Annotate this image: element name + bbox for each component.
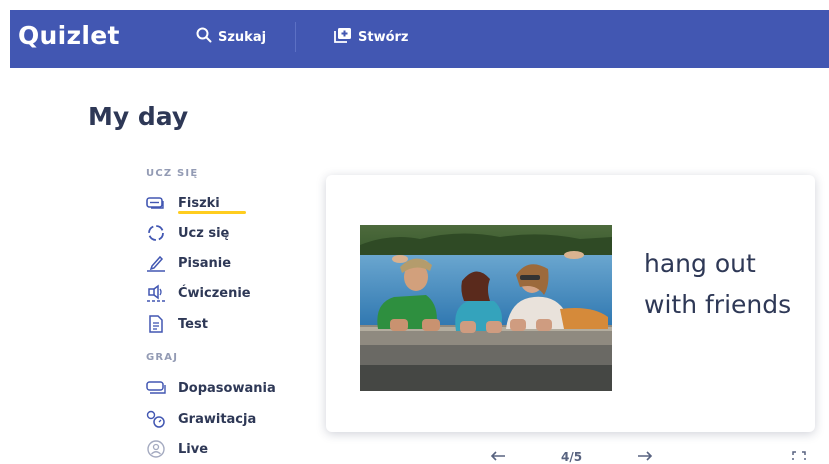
sidebar-item-label: Pisanie — [178, 255, 232, 271]
card-progress: 4/5 — [561, 450, 583, 464]
search-button[interactable]: Szukaj — [196, 27, 266, 47]
sidebar-item-learn[interactable]: Ucz się — [146, 222, 229, 244]
sidebar-item-label: Dopasowania — [178, 380, 276, 396]
top-navigation-bar: Quizlet Szukaj Stwórz — [10, 10, 829, 68]
sidebar-item-test[interactable]: Test — [146, 313, 208, 335]
sidebar-item-label: Test — [178, 316, 208, 332]
play-section-label: GRAJ — [146, 352, 179, 363]
search-icon — [196, 27, 212, 47]
arrow-left-icon — [490, 450, 506, 464]
spell-icon — [146, 284, 166, 302]
flashcard-term: hang out with friends — [644, 249, 792, 319]
write-icon — [146, 254, 166, 272]
learn-icon — [146, 224, 166, 242]
sidebar-item-label: Ucz się — [178, 225, 230, 241]
flashcards-icon — [146, 194, 166, 212]
sidebar-item-live[interactable]: Live — [146, 438, 208, 460]
sidebar-item-spell[interactable]: Ćwiczenie — [146, 282, 251, 304]
create-icon — [334, 27, 352, 47]
sidebar-item-label: Ćwiczenie — [178, 285, 251, 301]
fullscreen-icon — [792, 450, 806, 464]
arrow-right-icon — [637, 450, 653, 464]
create-button[interactable]: Stwórz — [334, 27, 409, 47]
page-title: My day — [88, 102, 189, 131]
sidebar-item-label: Grawitacja — [178, 411, 257, 427]
study-section-label: UCZ SIĘ — [146, 168, 199, 179]
nav-divider — [295, 22, 296, 52]
flashcard[interactable]: hang out with friends — [326, 175, 815, 432]
live-icon — [146, 440, 166, 458]
sidebar-item-label: Live — [178, 441, 209, 457]
active-item-indicator — [178, 211, 246, 214]
quizlet-logo[interactable]: Quizlet — [18, 21, 120, 50]
next-card-button[interactable] — [637, 450, 653, 464]
friends-on-pier-photo — [360, 225, 612, 391]
sidebar-item-write[interactable]: Pisanie — [146, 252, 231, 274]
sidebar-item-gravity[interactable]: Grawitacja — [146, 408, 256, 430]
sidebar-item-label: Fiszki — [178, 195, 220, 211]
gravity-icon — [146, 410, 166, 428]
previous-card-button[interactable] — [490, 450, 506, 464]
search-label: Szukaj — [218, 29, 267, 45]
match-icon — [146, 379, 166, 397]
test-icon — [146, 315, 166, 333]
fullscreen-button[interactable] — [792, 450, 806, 464]
create-label: Stwórz — [358, 29, 409, 45]
sidebar-item-match[interactable]: Dopasowania — [146, 377, 276, 399]
